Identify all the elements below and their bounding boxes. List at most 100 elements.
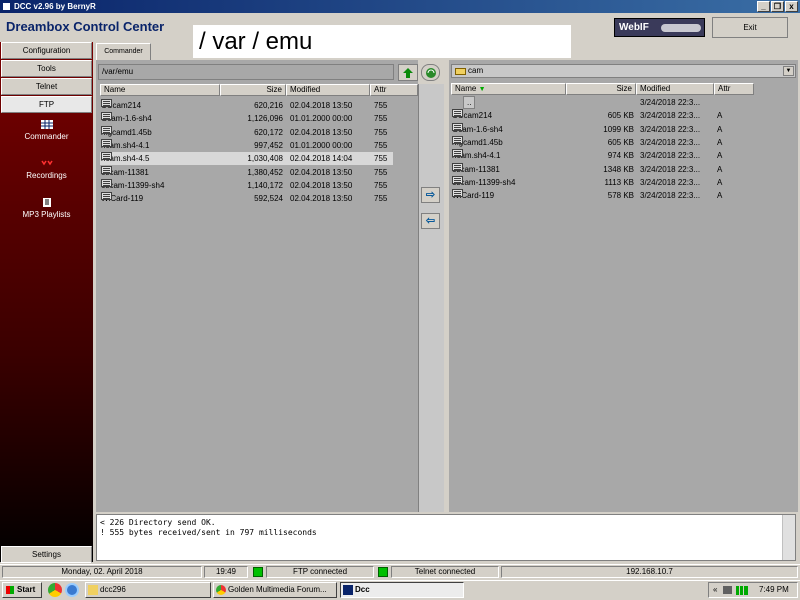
table-row[interactable]: WiCard-119 592,524 02.04.2018 13:50 755 xyxy=(100,192,393,205)
tray-expand-icon[interactable]: « xyxy=(713,583,717,597)
table-row[interactable]: CCcam214 620,216 02.04.2018 13:50 755 xyxy=(100,99,393,112)
file-modified-cell: 3/24/2018 22:3... xyxy=(640,151,701,161)
parent-dir-button[interactable] xyxy=(398,64,418,81)
file-icon xyxy=(101,178,112,187)
task-forum[interactable]: Golden Multimedia Forum... xyxy=(213,582,337,598)
col-attr[interactable]: Attr xyxy=(714,83,754,95)
file-size-cell: 1099 KB xyxy=(603,124,634,134)
file-icon xyxy=(452,175,463,184)
file-attr-cell: 755 xyxy=(374,194,388,204)
file-icon xyxy=(452,162,463,171)
log-console[interactable]: < 226 Directory send OK. ! 555 bytes rec… xyxy=(96,514,796,561)
task-dcc[interactable]: Dcc xyxy=(340,582,464,598)
file-size-cell: 1,126,096 xyxy=(247,114,283,124)
col-name[interactable]: Name xyxy=(100,84,220,96)
file-modified-cell: 3/24/2018 22:3... xyxy=(640,191,701,201)
ie-icon[interactable] xyxy=(65,583,79,597)
file-modified-cell: 02.04.2018 13:50 xyxy=(290,194,353,204)
up-arrow-icon xyxy=(403,67,413,78)
chevron-down-icon[interactable]: ▼ xyxy=(783,66,794,76)
right-file-list: Name ▼ Size Modified Attr .. 3/24/2018 22… xyxy=(451,83,796,203)
file-size-cell: 620,172 xyxy=(254,127,283,137)
task-dcc296[interactable]: dcc296 xyxy=(85,582,211,598)
right-path-value: cam xyxy=(468,66,484,75)
sidebar-tab-configuration[interactable]: Configuration xyxy=(1,42,92,59)
right-path-dropdown[interactable]: cam ▼ xyxy=(451,64,796,78)
file-attr-cell: 755 xyxy=(374,180,388,190)
col-modified[interactable]: Modified xyxy=(636,83,714,95)
close-button[interactable]: x xyxy=(785,1,798,12)
webif-button[interactable]: WebIF xyxy=(614,18,705,37)
ftp-status-led xyxy=(253,567,263,577)
sidebar-item-mp3-playlists[interactable]: MP3 Playlists xyxy=(0,198,93,219)
log-scrollbar[interactable] xyxy=(782,515,795,560)
file-icon xyxy=(452,109,463,118)
tray-clock: 7:49 PM xyxy=(759,585,789,594)
sidebar-tab-telnet[interactable]: Telnet xyxy=(1,78,92,95)
sidebar-item-label: Recordings xyxy=(26,171,67,180)
file-icon xyxy=(452,135,463,144)
file-size-cell: 1348 KB xyxy=(603,164,634,174)
dcc-app-icon xyxy=(343,585,353,595)
table-row[interactable]: oscam-11381 1348 KB 3/24/2018 22:3... A xyxy=(451,162,751,176)
col-name[interactable]: Name ▼ xyxy=(451,83,566,95)
left-path-field[interactable]: /var/emu xyxy=(98,64,394,80)
file-modified-cell: 01.01.2000 00:00 xyxy=(290,114,353,124)
file-modified-cell: 01.01.2000 00:00 xyxy=(290,140,353,150)
sidebar-item-recordings[interactable]: Recordings xyxy=(0,159,93,180)
col-size[interactable]: Size xyxy=(220,84,286,96)
table-row[interactable]: CCcam214 605 KB 3/24/2018 22:3... A xyxy=(451,109,751,122)
table-row[interactable]: oscam-11381 1,380,452 02.04.2018 13:50 755 xyxy=(100,165,393,179)
tab-commander[interactable]: Commander xyxy=(96,43,151,60)
chrome-icon[interactable] xyxy=(48,583,62,597)
table-row[interactable]: oscam-11399-sh4 1,140,172 02.04.2018 13:50… xyxy=(100,178,393,192)
table-row[interactable]: mgcamd1.45b 605 KB 3/24/2018 22:3... A xyxy=(451,135,751,149)
file-icon xyxy=(101,152,112,161)
table-row[interactable]: ncam.sh4-4.1 997,452 01.01.2000 00:00 755 xyxy=(100,138,393,152)
file-modified-cell: 3/24/2018 22:3... xyxy=(640,111,701,121)
remote-icon xyxy=(661,24,701,32)
restore-button[interactable]: ❐ xyxy=(771,1,784,12)
sidebar-tab-tools[interactable]: Tools xyxy=(1,60,92,77)
file-size-cell: 1,030,408 xyxy=(247,154,283,164)
table-row[interactable]: mgcamd1.45b 620,172 02.04.2018 13:50 755 xyxy=(100,125,393,139)
telnet-status-led xyxy=(378,567,388,577)
sort-down-icon: ▼ xyxy=(478,86,486,93)
arrow-right-icon: ⇨ xyxy=(425,189,436,201)
file-size-cell: 605 KB xyxy=(607,111,634,121)
app-title: Dreambox Control Center xyxy=(6,19,165,34)
table-row[interactable]: .. 3/24/2018 22:3... xyxy=(451,96,751,109)
speaker-icon[interactable] xyxy=(723,586,732,594)
start-button[interactable]: Start xyxy=(2,582,42,598)
table-row[interactable]: WiCard-119 578 KB 3/24/2018 22:3... A xyxy=(451,189,751,202)
file-name-cell: CCcam214 xyxy=(452,109,493,121)
webif-label: WebIF xyxy=(619,22,649,33)
file-name-cell: CCcam214 xyxy=(101,99,142,110)
file-size-cell: 1,380,452 xyxy=(247,167,283,177)
file-modified-cell: 02.04.2018 13:50 xyxy=(290,101,353,110)
copy-right-button[interactable]: ⇨ xyxy=(421,187,440,203)
network-signal-icon[interactable] xyxy=(736,586,748,595)
minimize-button[interactable]: _ xyxy=(757,1,770,12)
table-row[interactable]: oscam-11399-sh4 1113 KB 3/24/2018 22:3... A xyxy=(451,175,751,189)
table-row[interactable]: Gcam-1.6-sh4 1099 KB 3/24/2018 22:3... A xyxy=(451,122,751,136)
grid-icon xyxy=(40,120,53,129)
file-size-cell: 1113 KB xyxy=(604,177,634,187)
col-attr[interactable]: Attr xyxy=(370,84,418,96)
sidebar-tab-ftp[interactable]: FTP xyxy=(1,96,92,113)
col-size[interactable]: Size xyxy=(566,83,636,95)
refresh-button[interactable] xyxy=(421,64,440,81)
file-attr-cell: 755 xyxy=(374,114,388,124)
col-modified[interactable]: Modified xyxy=(286,84,370,96)
file-name-cell: oscam-11399-sh4 xyxy=(101,178,165,190)
sidebar-item-commander[interactable]: Commander xyxy=(0,120,93,141)
copy-left-button[interactable]: ⇦ xyxy=(421,213,440,229)
table-row[interactable]: ncam.sh4-4.1 974 KB 3/24/2018 22:3... A xyxy=(451,149,751,162)
settings-button[interactable]: Settings xyxy=(1,546,92,563)
file-icon xyxy=(101,192,112,201)
exit-button[interactable]: Exit xyxy=(712,17,788,38)
window-titlebar[interactable]: DCC v2.96 by BernyR _ ❐ x xyxy=(0,0,800,13)
table-row[interactable]: Gcam-1.6-sh4 1,126,096 01.01.2000 00:00 755 xyxy=(100,112,393,125)
status-bar: Monday, 02. April 2018 19:49 FTP connect… xyxy=(0,564,800,578)
table-row[interactable]: ncam.sh4-4.5 1,030,408 02.04.2018 14:04 755 xyxy=(100,152,393,166)
